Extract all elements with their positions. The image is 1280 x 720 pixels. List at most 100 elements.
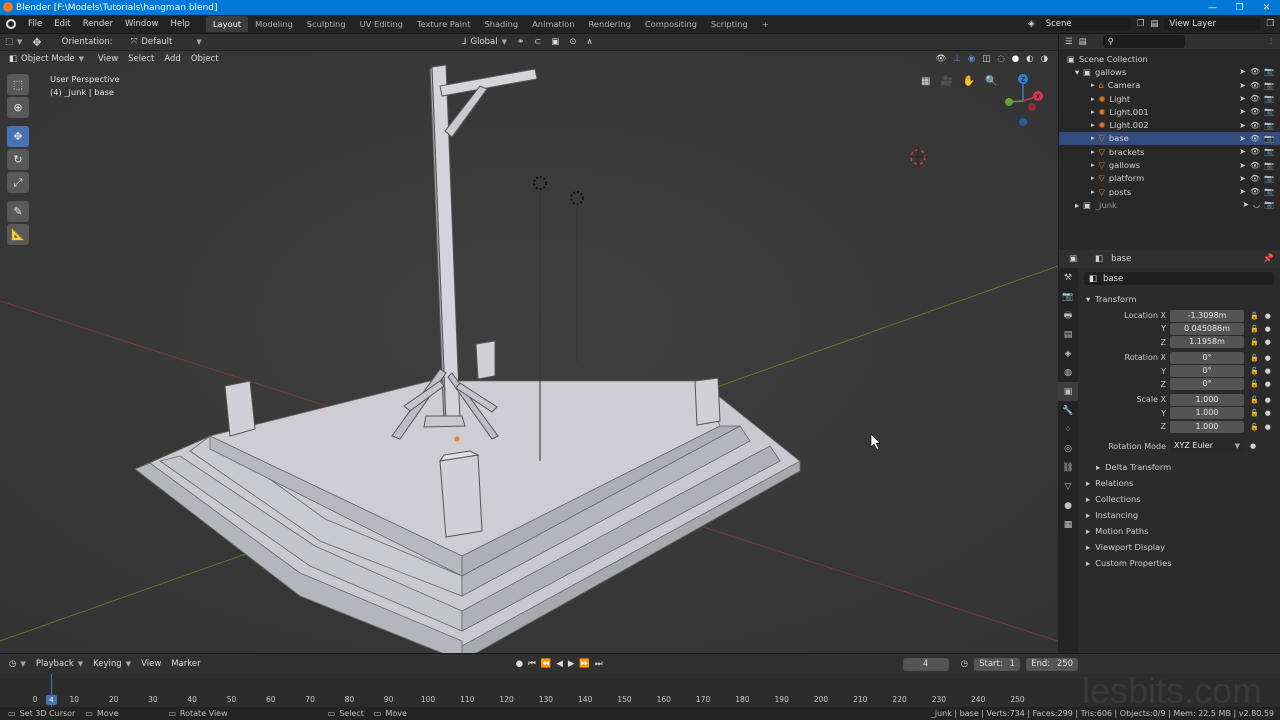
tab-animation[interactable]: Animation (525, 16, 581, 32)
new-scene-icon[interactable]: ❐ (1137, 19, 1145, 29)
outliner-item-camera[interactable]: ▸ ⌂ Camera ➤ 👁 📷 (1059, 79, 1280, 92)
3d-viewport[interactable]: ⬚ ⊕ ✥ ↻ ⤢ ✎ 📐 User Perspective (4) _junk… (0, 51, 1058, 653)
location-value-field[interactable]: 1.1958m (1170, 336, 1244, 349)
eye-icon[interactable]: 👁 (1250, 161, 1260, 170)
scale-value-field[interactable]: 1.000 (1170, 420, 1244, 433)
select-toggle-icon[interactable]: ➤ (1239, 121, 1246, 130)
move-tool-icon[interactable]: ✥ (7, 126, 29, 147)
location-value-field[interactable]: -1.3098m (1170, 309, 1244, 322)
keyframe-dot-icon[interactable]: ● (1250, 442, 1256, 450)
keyframe-dot-icon[interactable]: ● (1265, 409, 1271, 417)
render-camera-icon[interactable]: 📷 (1264, 67, 1274, 76)
lock-icon[interactable]: 🔓 (1250, 325, 1259, 333)
clock-icon[interactable]: ◷ (961, 659, 968, 669)
keyframe-dot-icon[interactable]: ● (1265, 325, 1271, 333)
timeline-editor-icon[interactable]: ◷ ▼ (4, 659, 31, 669)
tab-texture-paint[interactable]: Texture Paint (410, 16, 478, 32)
end-frame-field[interactable]: End: 250 (1026, 657, 1079, 671)
render-camera-icon[interactable]: 📷 (1264, 94, 1274, 103)
eye-icon[interactable]: 👁 (1250, 94, 1260, 103)
collection-row-junk[interactable]: ▸ ▣ _junk ➤ ◡ 📷 (1059, 198, 1280, 211)
keying-menu[interactable]: Keying ▼ (88, 659, 136, 669)
expand-arrow-icon[interactable]: ▸ (1091, 95, 1095, 103)
scale-value-field[interactable]: 1.000 (1170, 407, 1244, 420)
world-tab-icon[interactable]: ◍ (1058, 363, 1078, 382)
outliner-item-light-001[interactable]: ▸ ✺ Light.001 ➤ 👁 📷 (1059, 105, 1280, 118)
snap-magnet-icon[interactable]: ⊂ (529, 37, 546, 47)
select-toggle-icon[interactable]: ➤ (1239, 134, 1246, 143)
keyframe-dot-icon[interactable]: ● (1265, 354, 1271, 362)
pan-hand-icon[interactable]: ✋ (963, 76, 975, 87)
marker-menu[interactable]: Marker (166, 659, 205, 669)
render-tab-icon[interactable]: 📷 (1058, 287, 1078, 306)
constraints-tab-icon[interactable]: ⛓ (1058, 458, 1078, 477)
proportional-edit-icon[interactable]: ⊙ (564, 37, 581, 47)
eye-closed-icon[interactable]: ◡ (1253, 200, 1260, 209)
panel-viewport-display[interactable]: ▸ Viewport Display (1080, 539, 1278, 555)
material-tab-icon[interactable]: ● (1058, 496, 1078, 515)
lock-icon[interactable]: 🔓 (1250, 367, 1259, 375)
pin-icon[interactable]: 📌 (1263, 254, 1280, 264)
outliner-item-light[interactable]: ▸ ✺ Light ➤ 👁 📷 (1059, 92, 1280, 105)
render-camera-icon[interactable]: 📷 (1264, 187, 1274, 196)
panel-instancing[interactable]: ▸ Instancing (1080, 507, 1278, 523)
lock-icon[interactable]: 🔓 (1250, 312, 1259, 320)
menu-render[interactable]: Render (77, 19, 119, 29)
output-tab-icon[interactable]: 🖶 (1058, 306, 1078, 325)
render-camera-icon[interactable]: 📷 (1264, 174, 1274, 183)
lock-icon[interactable]: 🔓 (1250, 338, 1259, 346)
select-toggle-icon[interactable]: ➤ (1239, 161, 1246, 170)
select-toggle-icon[interactable]: ➤ (1239, 107, 1246, 116)
panel-collections[interactable]: ▸ Collections (1080, 491, 1278, 507)
current-frame-field[interactable]: 4 (902, 657, 949, 671)
tab-uv-editing[interactable]: UV Editing (353, 16, 410, 32)
render-camera-icon[interactable]: 📷 (1264, 121, 1274, 130)
expand-arrow-icon[interactable]: ▸ (1091, 148, 1095, 156)
tab-sculpting[interactable]: Sculpting (300, 16, 353, 32)
active-tool-move-icon[interactable]: ✥ (27, 36, 46, 49)
panel-motion-paths[interactable]: ▸ Motion Paths (1080, 523, 1278, 539)
pivot-point-icon[interactable]: ⚭ (512, 37, 529, 47)
lock-icon[interactable]: 🔓 (1250, 423, 1259, 431)
rendered-shading-icon[interactable]: ◑ (1041, 54, 1048, 64)
select-toggle-icon[interactable]: ➤ (1239, 147, 1246, 156)
navigation-gizmo[interactable]: Z X (1000, 71, 1050, 129)
rotation-value-field[interactable]: 0° (1170, 365, 1244, 378)
collection-row-gallows[interactable]: ▾ ▣ gallows ➤ 👁 📷 (1059, 65, 1280, 78)
rotation-mode-dropdown[interactable]: XYZ Euler ▼ (1170, 440, 1244, 453)
scene-selector[interactable]: Scene (1040, 17, 1131, 31)
menu-help[interactable]: Help (164, 19, 195, 29)
select-toggle-icon[interactable]: ➤ (1242, 200, 1249, 209)
material-shading-icon[interactable]: ◐ (1026, 54, 1033, 64)
tab-rendering[interactable]: Rendering (581, 16, 637, 32)
eye-icon[interactable]: 👁 (1250, 187, 1260, 196)
gizmo-toggle-icon[interactable]: ⊥ (953, 54, 960, 64)
viewport-menu-view[interactable]: View (93, 54, 123, 64)
zoom-icon[interactable]: 🔍 (985, 76, 997, 87)
eye-icon[interactable]: 👁 (1250, 174, 1260, 183)
tab-modeling[interactable]: Modeling (248, 16, 300, 32)
minimize-button[interactable]: — (1199, 3, 1226, 13)
select-toggle-icon[interactable]: ➤ (1239, 94, 1246, 103)
display-mode-icon[interactable]: ▤ (1079, 37, 1087, 47)
viewport-menu-add[interactable]: Add (159, 54, 185, 64)
object-name-field[interactable]: ◧ base (1084, 272, 1274, 285)
grid-view-icon[interactable]: ▦ (921, 76, 930, 87)
playhead-frame[interactable]: 4 (46, 695, 57, 705)
outliner-search-input[interactable]: ⚲ (1102, 35, 1185, 48)
lock-icon[interactable]: 🔓 (1250, 354, 1259, 362)
tab-scripting[interactable]: Scripting (704, 16, 755, 32)
outliner-item-brackets[interactable]: ▸ ▽ brackets ➤ 👁 📷 (1059, 145, 1280, 158)
outliner-item-platform[interactable]: ▸ ▽ platform ➤ 👁 📷 (1059, 172, 1280, 185)
viewport-menu-object[interactable]: Object (186, 54, 224, 64)
blender-menu-icon[interactable] (6, 19, 16, 29)
snap-target-icon[interactable]: ▣ (546, 37, 564, 47)
rotate-tool-icon[interactable]: ↻ (7, 149, 29, 170)
select-toggle-icon[interactable]: ➤ (1239, 174, 1246, 183)
eye-icon[interactable]: 👁 (1250, 107, 1260, 116)
editor-type-dropdown[interactable]: ⬚ ▼ (0, 37, 27, 47)
wireframe-shading-icon[interactable]: ◌ (997, 54, 1004, 64)
expand-arrow-icon[interactable]: ▸ (1091, 174, 1095, 182)
tab-layout[interactable]: Layout (205, 16, 249, 32)
scale-tool-icon[interactable]: ⤢ (7, 172, 29, 193)
